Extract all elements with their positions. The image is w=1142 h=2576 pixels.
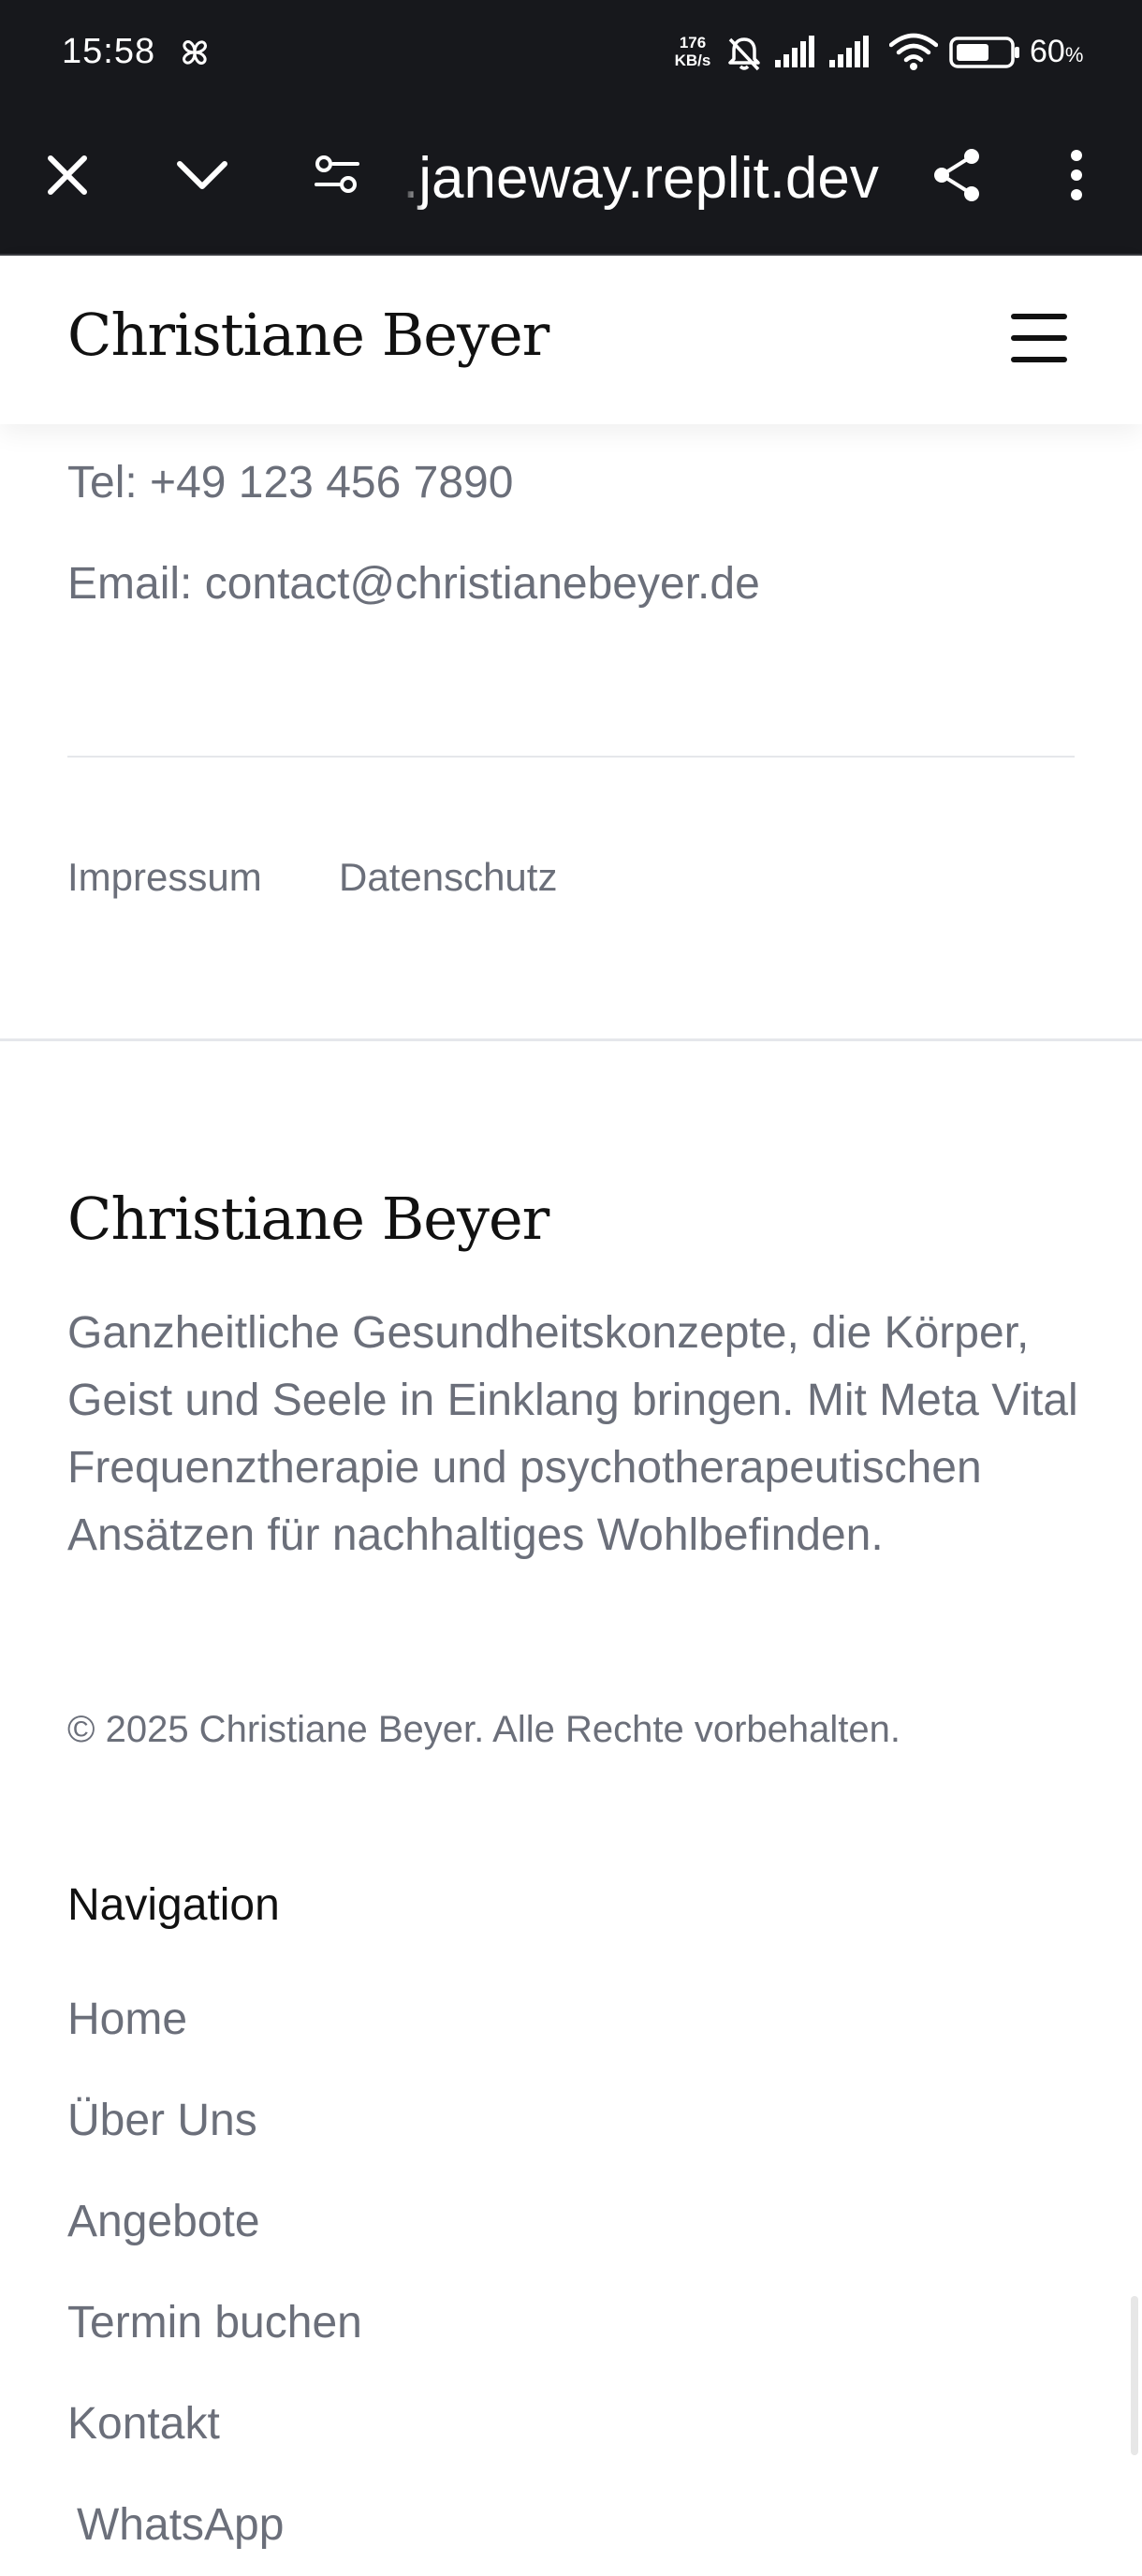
nav-link-angebote[interactable]: Angebote (67, 2171, 362, 2273)
contact-phone[interactable]: Tel: +49 123 456 7890 (67, 457, 513, 508)
legal-link-impressum[interactable]: Impressum (67, 855, 262, 900)
more-options-button[interactable] (1039, 138, 1114, 213)
wifi-icon (889, 33, 938, 70)
contact-email[interactable]: Email: contact@christianebeyer.de (67, 558, 760, 610)
status-bar: 15:58 176 KB/s 60% (0, 0, 1142, 108)
legal-link-datenschutz[interactable]: Datenschutz (339, 855, 557, 900)
site-logo[interactable]: Christiane Beyer (67, 301, 549, 369)
close-tab-button[interactable] (30, 138, 105, 213)
footer-nav: Home Über Uns Angebote Termin buchen Kon… (67, 1969, 362, 2576)
footer-description: Ganzheitliche Gesundheitskonzepte, die K… (67, 1308, 1078, 1560)
divider (67, 756, 1075, 758)
share-button[interactable] (919, 138, 994, 213)
battery-percent: 60% (1030, 34, 1084, 69)
status-time: 15:58 (62, 32, 156, 71)
url-fade (403, 145, 423, 211)
tune-icon (315, 155, 359, 193)
address-bar[interactable]: .janeway.replit.dev (403, 140, 899, 218)
minimize-button[interactable] (165, 138, 240, 213)
site-header: Christiane Beyer (0, 256, 1142, 424)
footer-divider (0, 1038, 1142, 1041)
bell-muted-icon (728, 37, 760, 71)
signal-2-icon (829, 36, 869, 67)
nav-link-kontakt[interactable]: Kontakt (67, 2374, 362, 2475)
copyright: © 2025 Christiane Beyer. Alle Rechte vor… (67, 1709, 900, 1750)
menu-icon-bar (1011, 357, 1067, 362)
signal-1-icon (775, 36, 814, 67)
site-settings-button[interactable] (300, 138, 374, 213)
nav-link-home[interactable]: Home (67, 1969, 362, 2070)
browser-toolbar: .janeway.replit.dev (0, 108, 1142, 256)
footer-logo: Christiane Beyer (67, 1185, 549, 1253)
nav-link-termin-buchen[interactable]: Termin buchen (67, 2273, 362, 2374)
nav-link-ueber-uns[interactable]: Über Uns (67, 2070, 362, 2171)
battery-icon (949, 37, 1019, 68)
nav-link-whatsapp[interactable]: WhatsApp (67, 2475, 362, 2576)
menu-icon-bar (1011, 335, 1067, 341)
share-icon (934, 149, 979, 201)
more-vert-icon (1071, 150, 1082, 200)
menu-icon-bar (1011, 314, 1067, 319)
network-speed: 176 KB/s (674, 34, 711, 69)
menu-button[interactable] (1011, 314, 1067, 362)
chevron-down-icon (177, 161, 227, 189)
nav-heading: Navigation (67, 1880, 280, 1930)
close-icon (48, 155, 87, 195)
pinwheel-icon (183, 40, 207, 65)
scrollbar-thumb[interactable] (1131, 2296, 1138, 2455)
